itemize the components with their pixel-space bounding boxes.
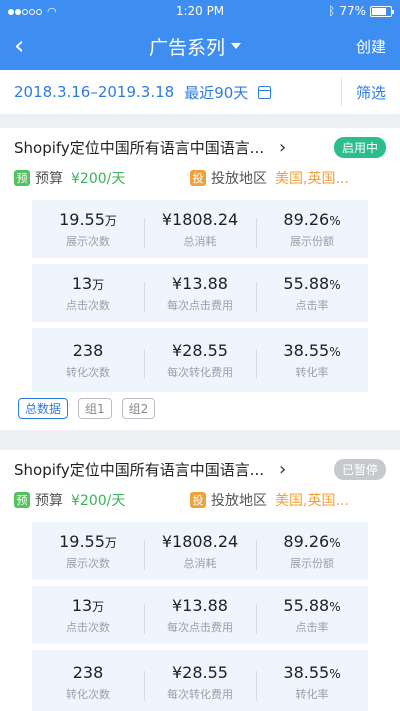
- stats-grid: 19.55万 展示次数 ¥1808.24 总消耗 89.26% 展示份额 13万 点击次…: [32, 522, 368, 711]
- nav-bar: ‹ 广告系列 创建: [0, 22, 400, 70]
- stats-row: 19.55万 展示次数 ¥1808.24 总消耗 89.26% 展示份额: [32, 200, 368, 264]
- app-header: ◠ 1:20 PM ᛒ 77% ‹ 广告系列 创建: [0, 0, 400, 70]
- campaign-meta: 预 预算 ¥200/天 投 投放地区 美国,英国...: [0, 164, 400, 192]
- create-button[interactable]: 创建: [346, 36, 386, 57]
- battery-percent: 77%: [339, 4, 366, 18]
- caret-down-icon: [231, 43, 241, 49]
- date-range-picker[interactable]: 2018.3.16–2019.3.18 最近90天: [14, 82, 327, 103]
- chip-group-2[interactable]: 组2: [121, 398, 156, 419]
- budget-tag-icon: 预: [14, 492, 30, 508]
- battery-icon: [369, 5, 394, 17]
- status-badge: 启用中: [333, 136, 386, 158]
- stats-grid: 19.55万 展示次数 ¥1808.24 总消耗 89.26% 展示份额 13万 点击次…: [32, 200, 368, 392]
- stats-row: 238 转化次数 ¥28.55 每次转化费用 38.55% 转化率: [32, 328, 368, 392]
- campaign-header[interactable]: Shopify定位中国所有语言中国语言... › 已暂停: [0, 452, 400, 486]
- stat-clicks: 13万 点击次数: [66, 273, 110, 312]
- region-label: 投放地区: [211, 493, 267, 509]
- budget-value: ¥200/天: [71, 171, 126, 187]
- stat-ctr: 55.88% 点击率: [256, 274, 368, 313]
- region-value: 美国,英国...: [275, 493, 349, 509]
- stat-impression-share: 89.26% 展示份额: [256, 532, 368, 571]
- chip-total-data[interactable]: 总数据: [18, 398, 69, 419]
- stat-conversion-rate: 38.55% 转化率: [256, 663, 368, 702]
- stat-cost-per-conversion: ¥28.55 每次转化费用: [144, 663, 256, 702]
- data-tabs: 总数据 组1 组2: [0, 392, 400, 419]
- status-badge: 已暂停: [333, 458, 386, 480]
- divider: [340, 78, 342, 106]
- calendar-icon: [258, 85, 272, 99]
- chevron-right-icon: ›: [279, 136, 287, 158]
- stat-total-spend: ¥1808.24 总消耗: [144, 210, 256, 249]
- budget-label: 预算: [35, 171, 63, 187]
- filter-button[interactable]: 筛选: [356, 82, 386, 103]
- stat-conversion-rate: 38.55% 转化率: [256, 341, 368, 380]
- stat-cost-per-conversion: ¥28.55 每次转化费用: [144, 341, 256, 380]
- date-range: 2018.3.16–2019.3.18: [14, 83, 175, 101]
- page-title: 广告系列: [148, 36, 225, 59]
- signal-icon: [8, 4, 43, 18]
- campaign-card: Shopify定位中国所有语言中国语言... › 启用中 预 预算 ¥200/天…: [0, 128, 400, 430]
- region-value: 美国,英国...: [275, 171, 349, 187]
- stat-cpc: ¥13.88 每次点击费用: [144, 274, 256, 313]
- stat-impressions: 19.55万 展示次数: [59, 209, 117, 248]
- quick-range: 最近90天: [184, 83, 249, 102]
- stats-row: 238 转化次数 ¥28.55 每次转化费用 38.55% 转化率: [32, 650, 368, 711]
- stat-total-spend: ¥1808.24 总消耗: [144, 532, 256, 571]
- budget-tag-icon: 预: [14, 170, 30, 186]
- chevron-right-icon: ›: [279, 458, 287, 480]
- campaign-title: Shopify定位中国所有语言中国语言...: [14, 460, 265, 479]
- stat-cpc: ¥13.88 每次点击费用: [144, 596, 256, 635]
- stat-impression-share: 89.26% 展示份额: [256, 210, 368, 249]
- status-bar: ◠ 1:20 PM ᛒ 77%: [0, 0, 400, 22]
- stats-row: 19.55万 展示次数 ¥1808.24 总消耗 89.26% 展示份额: [32, 522, 368, 586]
- stat-impressions: 19.55万 展示次数: [59, 531, 117, 570]
- campaign-card: Shopify定位中国所有语言中国语言... › 已暂停 预 预算 ¥200/天…: [0, 450, 400, 711]
- status-time: 1:20 PM: [175, 4, 225, 18]
- stat-clicks: 13万 点击次数: [66, 595, 110, 634]
- stat-conversions: 238 转化次数: [66, 662, 110, 701]
- campaign-type-dropdown[interactable]: 广告系列: [149, 33, 241, 60]
- region-tag-icon: 投: [190, 170, 206, 186]
- back-button[interactable]: ‹: [14, 33, 44, 59]
- filter-bar: 2018.3.16–2019.3.18 最近90天 筛选: [0, 70, 400, 114]
- stat-conversions: 238 转化次数: [66, 340, 110, 379]
- stats-row: 13万 点击次数 ¥13.88 每次点击费用 55.88% 点击率: [32, 264, 368, 328]
- region-tag-icon: 投: [190, 492, 206, 508]
- stat-ctr: 55.88% 点击率: [256, 596, 368, 635]
- region-label: 投放地区: [211, 171, 267, 187]
- campaign-header[interactable]: Shopify定位中国所有语言中国语言... › 启用中: [0, 130, 400, 164]
- bluetooth-icon: ᛒ: [328, 4, 336, 18]
- budget-value: ¥200/天: [71, 493, 126, 509]
- budget-label: 预算: [35, 493, 63, 509]
- stats-row: 13万 点击次数 ¥13.88 每次点击费用 55.88% 点击率: [32, 586, 368, 650]
- campaign-meta: 预 预算 ¥200/天 投 投放地区 美国,英国...: [0, 486, 400, 514]
- campaign-title: Shopify定位中国所有语言中国语言...: [14, 138, 265, 157]
- wifi-icon: ◠: [47, 4, 57, 18]
- chip-group-1[interactable]: 组1: [78, 398, 112, 419]
